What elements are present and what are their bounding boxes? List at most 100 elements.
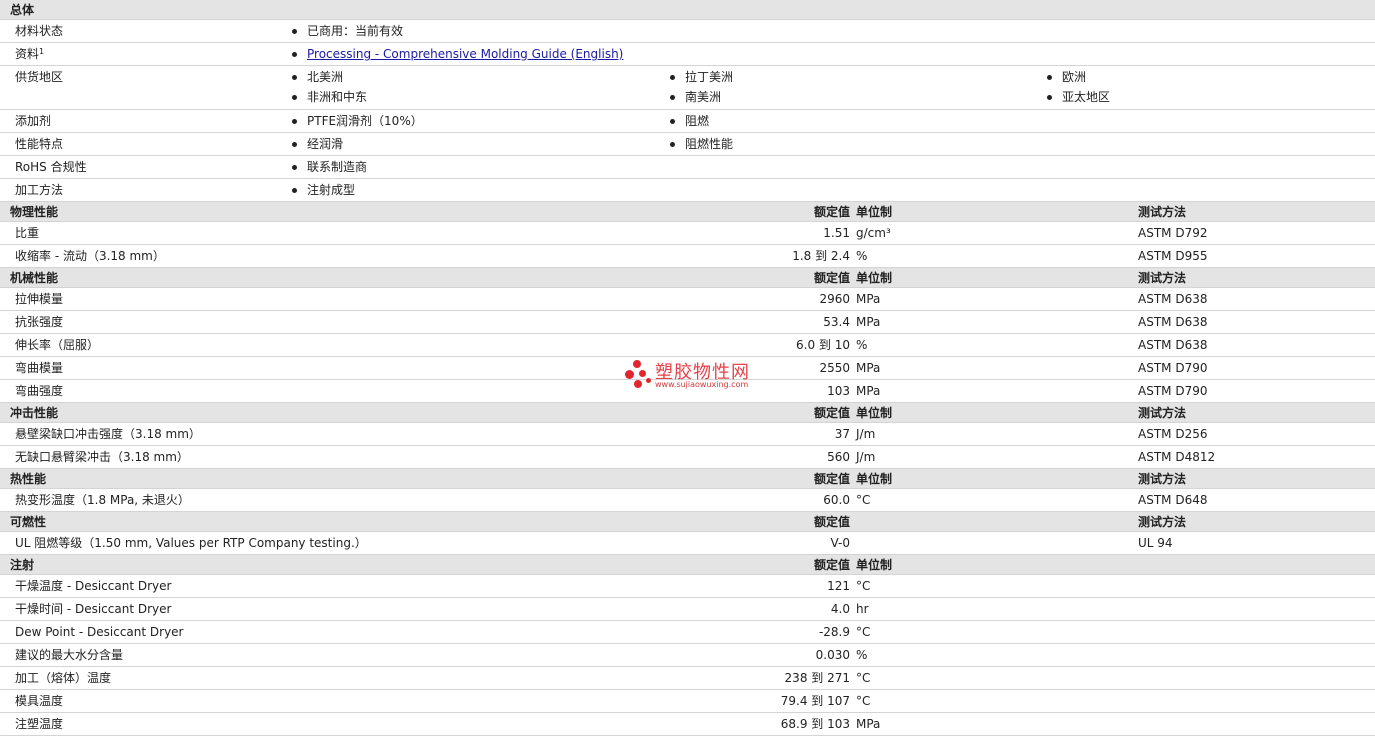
property-row: 热变形温度（1.8 MPa, 未退火） 60.0 °C ASTM D648 (0, 489, 1375, 512)
col-unit-header: 单位制 (856, 406, 893, 420)
footnote-marker: 1 (39, 47, 45, 56)
property-value: 2550 (819, 361, 850, 375)
property-label: 模具温度 (15, 694, 64, 708)
property-label: RoHS 合规性 (15, 160, 87, 174)
property-value: 121 (827, 579, 850, 593)
property-unit: % (856, 338, 868, 352)
section-header-mechanical: 机械性能 额定值 单位制 测试方法 (0, 268, 1375, 288)
section-title: 可燃性 (10, 515, 47, 529)
logo-dot (639, 370, 646, 377)
region-item: 亚太地区 (1047, 86, 1110, 109)
region-item: 南美洲 (670, 86, 721, 109)
property-item: 注射成型 (292, 179, 355, 202)
section-title: 物理性能 (10, 205, 59, 219)
property-unit: % (856, 648, 868, 662)
property-row: 资料1 Processing - Comprehensive Molding G… (0, 43, 1375, 66)
col-test-header: 测试方法 (1138, 406, 1187, 420)
property-unit: MPa (856, 361, 881, 375)
section-header-impact: 冲击性能 额定值 单位制 测试方法 (0, 403, 1375, 423)
property-item: PTFE润滑剂（10%） (292, 110, 423, 133)
property-value: 60.0 (823, 493, 850, 507)
property-unit: °C (856, 579, 871, 593)
property-label: 添加剂 (15, 114, 52, 128)
property-label: 建议的最大水分含量 (15, 648, 124, 662)
watermark-url: www.sujiaowuxing.com (655, 380, 749, 389)
property-row: 添加剂 PTFE润滑剂（10%） 阻燃 (0, 110, 1375, 133)
property-value: 37 (834, 427, 850, 441)
property-unit: % (856, 249, 868, 263)
property-label: Dew Point - Desiccant Dryer (15, 625, 184, 639)
property-unit: °C (856, 625, 871, 639)
property-row: 收缩率 - 流动（3.18 mm） 1.8 到 2.4 % ASTM D955 (0, 245, 1375, 268)
property-unit: °C (856, 694, 871, 708)
property-row: 性能特点 经润滑 阻燃性能 (0, 133, 1375, 156)
property-row: 无缺口悬臂梁冲击（3.18 mm） 560 J/m ASTM D4812 (0, 446, 1375, 469)
property-unit: hr (856, 602, 869, 616)
property-label: 加工（熔体）温度 (15, 671, 112, 685)
property-label: 加工方法 (15, 183, 64, 197)
property-label: 拉伸模量 (15, 292, 64, 306)
property-label: 伸长率（屈服） (15, 338, 100, 352)
logo-dot (634, 380, 642, 388)
property-row: 加工（熔体）温度 238 到 271 °C (0, 667, 1375, 690)
property-row: 悬壁梁缺口冲击强度（3.18 mm） 37 J/m ASTM D256 (0, 423, 1375, 446)
property-label: 干燥时间 - Desiccant Dryer (15, 602, 172, 616)
logo-dot (625, 370, 634, 379)
property-value: 1.8 到 2.4 (792, 249, 850, 263)
property-row: 建议的最大水分含量 0.030 % (0, 644, 1375, 667)
col-nominal-header: 额定值 (813, 515, 850, 529)
test-method: ASTM D790 (1138, 361, 1208, 375)
section-title: 冲击性能 (10, 406, 59, 420)
property-label: 性能特点 (15, 137, 64, 151)
region-item: 非洲和中东 (292, 86, 367, 109)
col-test-header: 测试方法 (1138, 472, 1187, 486)
property-value: V-0 (830, 536, 850, 550)
property-value: 4.0 (830, 602, 850, 616)
property-row: 加工方法 注射成型 (0, 179, 1375, 202)
section-header-injection: 注射 额定值 单位制 (0, 555, 1375, 575)
logo-dot (646, 378, 651, 383)
col-nominal-header: 额定值 (813, 205, 850, 219)
property-row: UL 阻燃等级（1.50 mm, Values per RTP Company … (0, 532, 1375, 555)
property-unit: MPa (856, 717, 881, 731)
property-item: 已商用：当前有效 (292, 20, 403, 43)
property-label: 悬壁梁缺口冲击强度（3.18 mm） (15, 427, 201, 441)
test-method: ASTM D955 (1138, 249, 1208, 263)
property-unit: °C (856, 493, 871, 507)
property-label: 收缩率 - 流动（3.18 mm） (15, 249, 165, 263)
property-label: 比重 (15, 226, 40, 240)
property-item: 阻燃 (670, 110, 709, 133)
molding-guide-link[interactable]: Processing - Comprehensive Molding Guide… (307, 47, 623, 61)
col-test-header: 测试方法 (1138, 205, 1187, 219)
section-title: 注射 (10, 558, 35, 572)
section-title: 机械性能 (10, 271, 59, 285)
col-test-header: 测试方法 (1138, 271, 1187, 285)
property-row: RoHS 合规性 联系制造商 (0, 156, 1375, 179)
test-method: ASTM D648 (1138, 493, 1208, 507)
col-unit-header: 单位制 (856, 205, 893, 219)
col-unit-header: 单位制 (856, 472, 893, 486)
property-value: 560 (827, 450, 850, 464)
section-header-physical: 物理性能 额定值 单位制 测试方法 (0, 202, 1375, 222)
property-row: 比重 1.51 g/cm³ ASTM D792 (0, 222, 1375, 245)
property-value: 6.0 到 10 (796, 338, 850, 352)
property-label: 弯曲强度 (15, 384, 64, 398)
section-header-flammability: 可燃性 额定值 测试方法 (0, 512, 1375, 532)
test-method: UL 94 (1138, 536, 1173, 550)
property-label: 材料状态 (15, 24, 64, 38)
property-row: 材料状态 已商用：当前有效 (0, 20, 1375, 43)
test-method: ASTM D638 (1138, 292, 1208, 306)
property-label: UL 阻燃等级（1.50 mm, Values per RTP Company … (15, 536, 367, 550)
section-title: 总体 (10, 3, 35, 17)
test-method: ASTM D792 (1138, 226, 1208, 240)
col-nominal-header: 额定值 (813, 406, 850, 420)
test-method: ASTM D638 (1138, 315, 1208, 329)
col-nominal-header: 额定值 (813, 558, 850, 572)
section-title: 热性能 (10, 472, 47, 486)
property-unit: MPa (856, 384, 881, 398)
property-row: Dew Point - Desiccant Dryer -28.9 °C (0, 621, 1375, 644)
property-label: 抗张强度 (15, 315, 64, 329)
property-row: 干燥温度 - Desiccant Dryer 121 °C (0, 575, 1375, 598)
property-row: 供货地区 北美洲 拉丁美洲 欧洲 非洲和中东 南美洲 亚太地区 (0, 66, 1375, 110)
property-label: 供货地区 (15, 70, 64, 84)
